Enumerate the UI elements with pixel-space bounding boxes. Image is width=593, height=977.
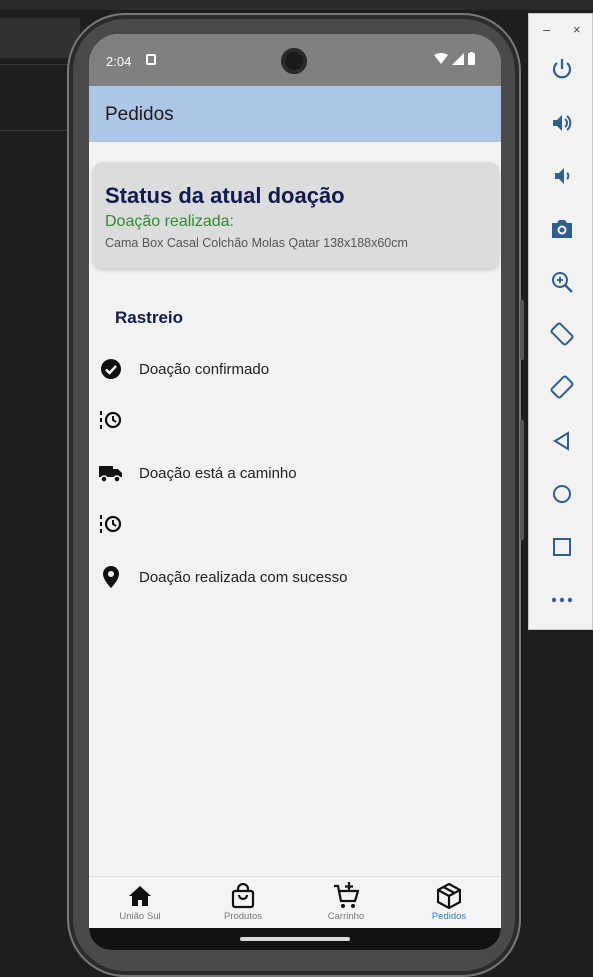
nav-label: União Sul — [119, 911, 161, 922]
device-side-button — [520, 300, 524, 360]
truck-icon — [99, 461, 123, 485]
status-card-heading: Status da atual doação — [105, 183, 345, 208]
rotate-right-icon[interactable] — [549, 374, 575, 400]
pending-clock-icon — [99, 512, 123, 536]
front-camera — [281, 48, 307, 74]
tracking-title: Rastreio — [115, 308, 184, 327]
close-button[interactable]: × — [573, 22, 581, 37]
page-title: Pedidos — [105, 104, 174, 125]
package-icon — [404, 881, 494, 911]
wifi-icon — [434, 52, 448, 64]
tracking-step: Doação realizada com sucesso — [99, 564, 347, 590]
emulator-side-panel: – × — [528, 13, 593, 630]
check-circle-icon — [99, 357, 123, 381]
nav-label: Produtos — [223, 911, 263, 922]
bottom-navigation: União Sul Produtos Carrinho Pedidos — [89, 876, 501, 928]
gesture-area — [89, 928, 501, 950]
device-screen: 2:04 Pedidos Status da atual doação Doaç… — [89, 34, 501, 950]
editor-tab-area — [0, 18, 80, 58]
step-label: Doação realizada com sucesso — [139, 568, 348, 586]
home-icon — [95, 881, 185, 911]
rotate-left-icon[interactable] — [549, 321, 575, 347]
nav-item-uniao-sul[interactable]: União Sul — [95, 881, 185, 922]
nav-label: Carrinho — [327, 911, 365, 922]
cart-add-icon — [301, 881, 391, 911]
overview-icon[interactable] — [549, 534, 575, 560]
location-pin-icon — [99, 565, 123, 589]
status-card-subheading: Doação realizada: — [105, 213, 234, 230]
volume-up-icon[interactable] — [549, 110, 575, 136]
nav-item-produtos[interactable]: Produtos — [198, 881, 288, 922]
zoom-icon[interactable] — [549, 269, 575, 295]
gesture-handle[interactable] — [240, 937, 350, 941]
app-bar: Pedidos — [89, 86, 501, 142]
battery-icon — [468, 52, 475, 65]
tracking-step — [99, 407, 139, 433]
minimize-button[interactable]: – — [543, 22, 550, 37]
tracking-step: Doação está a caminho — [99, 460, 297, 486]
pending-clock-icon — [99, 408, 123, 432]
volume-down-icon[interactable] — [549, 163, 575, 189]
home-circle-icon[interactable] — [549, 481, 575, 507]
signal-icon — [452, 52, 464, 65]
device-side-button — [520, 420, 524, 540]
nav-item-pedidos[interactable]: Pedidos — [404, 881, 494, 922]
step-label: Doação confirmado — [139, 360, 270, 378]
shopping-bag-icon — [198, 881, 288, 911]
status-card-product: Cama Box Casal Colchão Molas Qatar 138x1… — [105, 236, 408, 250]
tracking-step: Doação confirmado — [99, 356, 269, 382]
nav-item-carrinho[interactable]: Carrinho — [301, 881, 391, 922]
tracking-step — [99, 511, 139, 537]
status-time: 2:04 — [106, 54, 132, 69]
notification-icon — [146, 54, 156, 65]
power-icon[interactable] — [549, 56, 575, 82]
more-icon[interactable] — [549, 587, 575, 613]
step-label: Doação está a caminho — [139, 464, 297, 482]
nav-label: Pedidos — [431, 911, 467, 922]
donation-status-card: Status da atual doação Doação realizada:… — [93, 162, 499, 268]
status-bar: 2:04 — [89, 34, 501, 86]
camera-icon[interactable] — [549, 216, 575, 242]
desktop-top-strip — [0, 0, 593, 10]
back-icon[interactable] — [549, 428, 575, 454]
